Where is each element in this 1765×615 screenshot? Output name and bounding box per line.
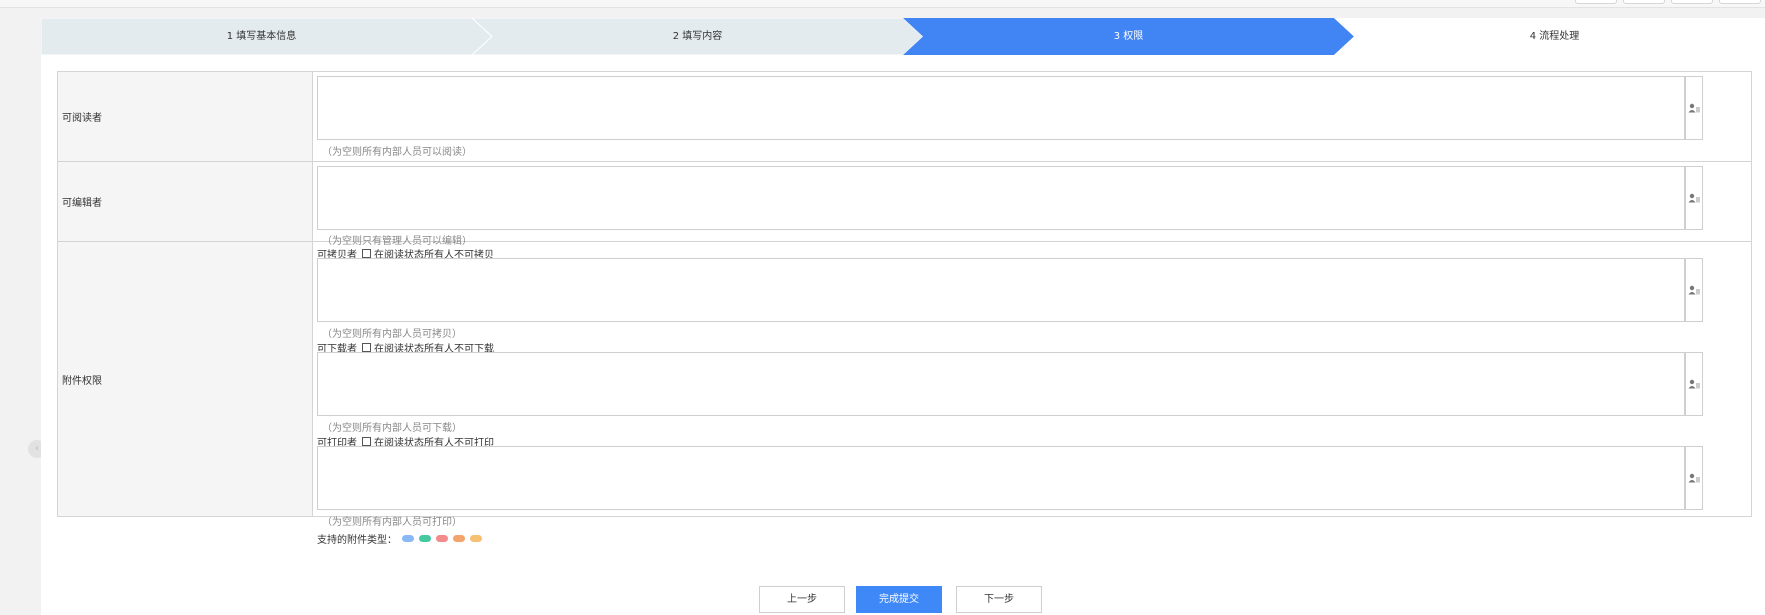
- next-step-button[interactable]: 下一步: [956, 586, 1042, 613]
- file-type-icon: [453, 535, 465, 542]
- print-hint: （为空则所有内部人员可打印）: [322, 517, 462, 528]
- address-book-icon[interactable]: [1685, 446, 1703, 510]
- editors-label: 可编辑者: [58, 162, 313, 241]
- supported-types-label: 支持的附件类型：: [317, 535, 397, 546]
- toolbar-button[interactable]: [1671, 0, 1713, 4]
- readers-field[interactable]: [317, 76, 1685, 140]
- address-book-icon[interactable]: [1685, 166, 1703, 230]
- no-print-checkbox[interactable]: [362, 437, 371, 446]
- step-4[interactable]: 4 流程处理: [1344, 18, 1765, 55]
- readers-hint: （为空则所有内部人员可以阅读）: [322, 147, 472, 158]
- file-type-icon: [402, 535, 414, 542]
- toolbar-button[interactable]: [1623, 0, 1665, 4]
- file-type-icon: [419, 535, 431, 542]
- address-book-icon[interactable]: [1685, 258, 1703, 322]
- main-panel: 1 填写基本信息 2 填写内容 3 权限 4 流程处理 可阅读者 （为空则所有内…: [41, 18, 1765, 615]
- step-1[interactable]: 1 填写基本信息: [41, 18, 482, 55]
- editors-row: 可编辑者 （为空则只有管理人员可以编辑）: [58, 162, 1751, 247]
- submit-button[interactable]: 完成提交: [856, 586, 942, 613]
- supported-types: 支持的附件类型：: [317, 531, 482, 546]
- copy-hint: （为空则所有内部人员可拷贝）: [322, 329, 462, 340]
- step-3-active[interactable]: 3 权限: [913, 18, 1344, 55]
- attachments-label: 附件权限: [58, 242, 313, 516]
- copy-field[interactable]: [317, 258, 1685, 322]
- prev-step-button[interactable]: 上一步: [759, 586, 845, 613]
- address-book-icon[interactable]: [1685, 352, 1703, 416]
- readers-row: 可阅读者 （为空则所有内部人员可以阅读）: [58, 72, 1751, 162]
- step-2[interactable]: 2 填写内容: [482, 18, 913, 55]
- step-indicator: 1 填写基本信息 2 填写内容 3 权限 4 流程处理: [41, 18, 1765, 55]
- file-type-icon: [470, 535, 482, 542]
- top-toolbar: [0, 0, 1765, 8]
- no-download-checkbox[interactable]: [362, 343, 371, 352]
- editors-field[interactable]: [317, 166, 1685, 230]
- download-field[interactable]: [317, 352, 1685, 416]
- toolbar-button[interactable]: [1719, 0, 1761, 4]
- toolbar-button[interactable]: [1575, 0, 1617, 4]
- file-type-icon: [436, 535, 448, 542]
- download-hint: （为空则所有内部人员可下载）: [322, 423, 462, 434]
- attachments-row: 附件权限 可拷贝者 在阅读状态所有人不可拷贝 （为空则所有内部人员可拷贝） 可下…: [58, 242, 1751, 546]
- print-field[interactable]: [317, 446, 1685, 510]
- address-book-icon[interactable]: [1685, 76, 1703, 140]
- readers-label: 可阅读者: [58, 72, 313, 161]
- permissions-form: 可阅读者 （为空则所有内部人员可以阅读） 可编辑者 （为空则只有管理人员可以编辑…: [57, 71, 1752, 546]
- no-copy-checkbox[interactable]: [362, 249, 371, 258]
